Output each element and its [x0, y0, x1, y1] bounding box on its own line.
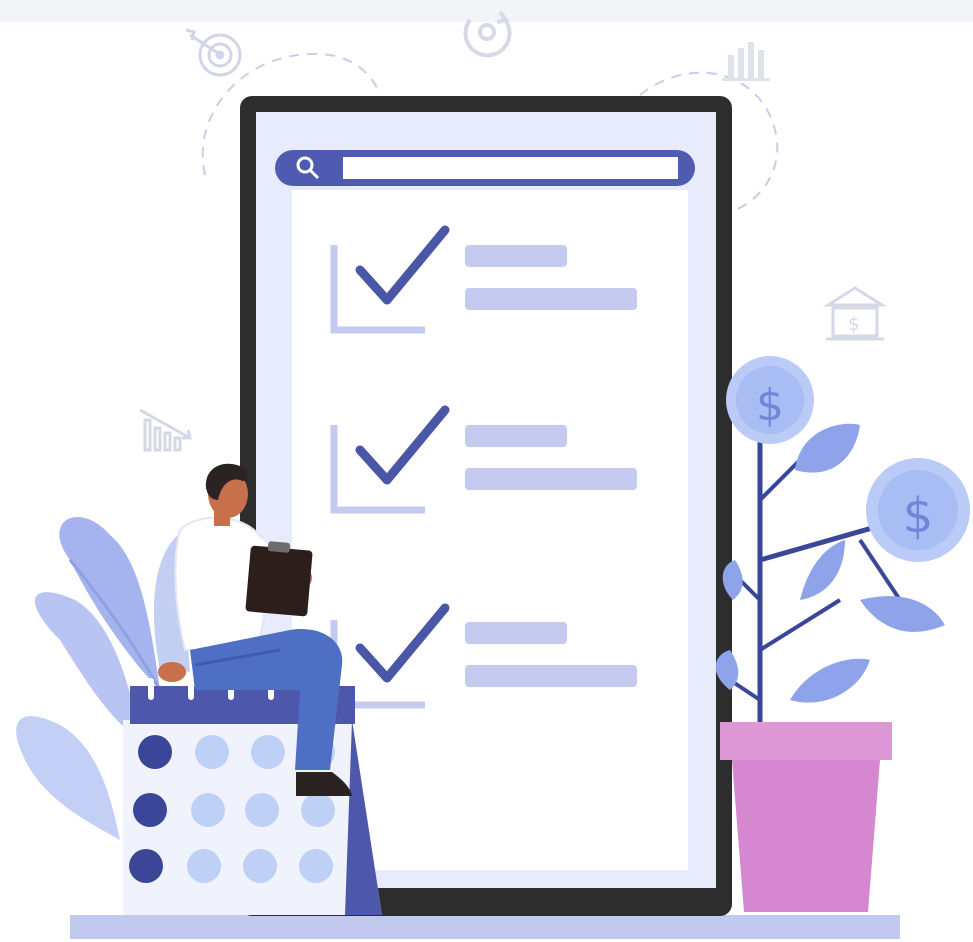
bar-chart-icon	[722, 42, 770, 81]
floor	[70, 915, 900, 939]
plant-pot	[720, 722, 892, 912]
svg-text:$: $	[848, 314, 859, 335]
clipboard-icon	[245, 541, 313, 617]
dollar-coin-1: $	[726, 356, 814, 444]
bank-icon: $	[822, 286, 888, 341]
search-bar[interactable]	[275, 150, 695, 186]
decline-chart-icon	[139, 408, 192, 452]
svg-text:$: $	[903, 488, 934, 544]
calendar	[123, 678, 382, 915]
illustration-canvas: $ $ $	[0, 0, 973, 939]
top-strip	[0, 0, 973, 22]
dollar-coin-2: $	[866, 458, 970, 562]
svg-text:$: $	[756, 380, 784, 431]
target-icon	[185, 28, 242, 77]
money-plant: $ $	[715, 356, 970, 730]
